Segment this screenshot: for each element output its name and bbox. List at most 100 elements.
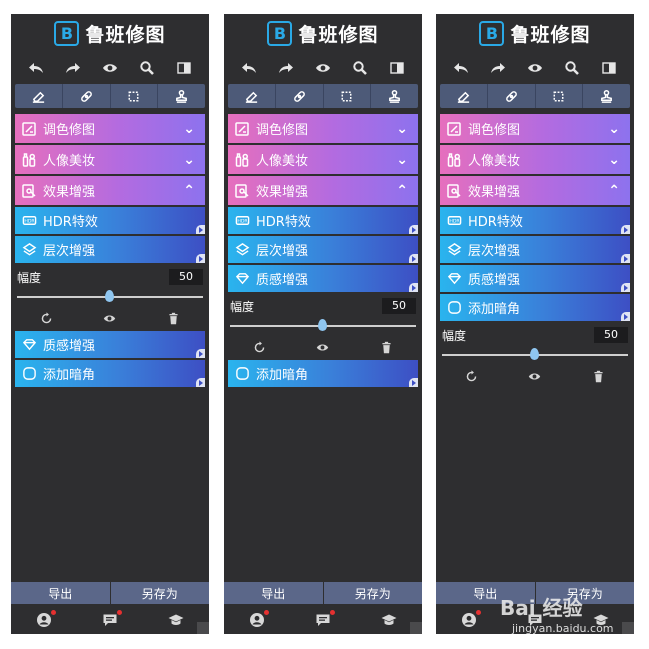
user-icon[interactable] bbox=[460, 610, 481, 629]
compare-icon[interactable] bbox=[598, 58, 620, 78]
effect-vignette[interactable]: 添加暗角 bbox=[440, 294, 630, 321]
eye-icon[interactable] bbox=[312, 58, 334, 78]
expand-corner-icon[interactable] bbox=[196, 349, 205, 358]
expand-corner-icon[interactable] bbox=[409, 225, 418, 234]
message-icon[interactable] bbox=[314, 610, 335, 629]
expand-corner-icon[interactable] bbox=[409, 254, 418, 263]
message-icon[interactable] bbox=[101, 610, 122, 629]
strength-value-input[interactable]: 50 bbox=[169, 269, 203, 285]
strength-slider[interactable] bbox=[442, 347, 628, 363]
strength-slider[interactable] bbox=[17, 289, 203, 305]
vignette-icon bbox=[446, 300, 462, 316]
crop-mode-button[interactable] bbox=[111, 84, 159, 108]
graduation-cap-icon[interactable] bbox=[380, 611, 398, 629]
effect-label: 添加暗角 bbox=[43, 368, 96, 383]
reset-icon[interactable] bbox=[253, 340, 266, 354]
slider-thumb[interactable] bbox=[318, 319, 327, 331]
stamp-mode-button[interactable] bbox=[583, 84, 630, 108]
reset-icon[interactable] bbox=[465, 369, 478, 383]
slider-thumb[interactable] bbox=[530, 348, 539, 360]
compare-icon[interactable] bbox=[173, 58, 195, 78]
expand-corner-icon[interactable] bbox=[621, 254, 630, 263]
graduation-cap-icon[interactable] bbox=[592, 611, 610, 629]
trash-icon[interactable] bbox=[592, 370, 605, 383]
zoom-icon[interactable] bbox=[136, 58, 158, 78]
save-as-button[interactable]: 另存为 bbox=[110, 582, 209, 604]
redo-icon[interactable] bbox=[487, 58, 509, 78]
category-color-retouch[interactable]: 调色修图 ⌄ bbox=[440, 114, 630, 143]
category-portrait-makeup[interactable]: 人像美妆 ⌄ bbox=[15, 145, 205, 174]
undo-icon[interactable] bbox=[450, 58, 472, 78]
category-effects[interactable]: 效果增强 ⌃ bbox=[228, 176, 418, 205]
redo-icon[interactable] bbox=[62, 58, 84, 78]
effect-texture-enhance[interactable]: 质感增强 bbox=[228, 265, 418, 292]
category-effects[interactable]: 效果增强 ⌃ bbox=[15, 176, 205, 205]
expand-corner-icon[interactable] bbox=[621, 312, 630, 321]
expand-corner-icon[interactable] bbox=[409, 378, 418, 387]
zoom-icon[interactable] bbox=[349, 58, 371, 78]
stamp-mode-button[interactable] bbox=[371, 84, 418, 108]
slider-thumb[interactable] bbox=[105, 290, 114, 302]
zoom-icon[interactable] bbox=[561, 58, 583, 78]
effect-vignette[interactable]: 添加暗角 bbox=[15, 360, 205, 387]
effect-hdr[interactable]: HDR HDR特效 bbox=[15, 207, 205, 234]
save-as-button[interactable]: 另存为 bbox=[535, 582, 634, 604]
bandage-mode-button[interactable] bbox=[488, 84, 536, 108]
expand-corner-icon[interactable] bbox=[621, 225, 630, 234]
export-button[interactable]: 导出 bbox=[224, 582, 324, 604]
resize-grip[interactable] bbox=[622, 622, 634, 634]
effect-layer-enhance[interactable]: 层次增强 bbox=[15, 236, 205, 263]
reset-icon[interactable] bbox=[40, 311, 53, 325]
effect-layer-enhance[interactable]: 层次增强 bbox=[440, 236, 630, 263]
category-color-retouch[interactable]: 调色修图 ⌄ bbox=[228, 114, 418, 143]
category-color-retouch[interactable]: 调色修图 ⌄ bbox=[15, 114, 205, 143]
graduation-cap-icon[interactable] bbox=[167, 611, 185, 629]
eraser-icon bbox=[32, 91, 45, 103]
trash-icon[interactable] bbox=[167, 312, 180, 325]
eye-icon[interactable] bbox=[99, 58, 121, 78]
category-portrait-makeup[interactable]: 人像美妆 ⌄ bbox=[440, 145, 630, 174]
undo-icon[interactable] bbox=[238, 58, 260, 78]
trash-icon[interactable] bbox=[380, 341, 393, 354]
eye-icon[interactable] bbox=[524, 58, 546, 78]
resize-grip[interactable] bbox=[410, 622, 422, 634]
user-icon[interactable] bbox=[35, 610, 56, 629]
preview-eye-icon[interactable] bbox=[316, 341, 329, 354]
effect-texture-enhance[interactable]: 质感增强 bbox=[15, 331, 205, 358]
effect-hdr[interactable]: HDR HDR特效 bbox=[440, 207, 630, 234]
eraser-mode-button[interactable] bbox=[15, 84, 63, 108]
expand-corner-icon[interactable] bbox=[409, 283, 418, 292]
preview-eye-icon[interactable] bbox=[528, 370, 541, 383]
resize-grip[interactable] bbox=[197, 622, 209, 634]
effect-label: 质感增强 bbox=[468, 273, 521, 288]
bandage-mode-button[interactable] bbox=[276, 84, 324, 108]
effect-texture-enhance[interactable]: 质感增强 bbox=[440, 265, 630, 292]
strength-value-input[interactable]: 50 bbox=[594, 327, 628, 343]
expand-corner-icon[interactable] bbox=[621, 283, 630, 292]
bandage-mode-button[interactable] bbox=[63, 84, 111, 108]
expand-corner-icon[interactable] bbox=[196, 254, 205, 263]
strength-value-input[interactable]: 50 bbox=[382, 298, 416, 314]
undo-icon[interactable] bbox=[25, 58, 47, 78]
redo-icon[interactable] bbox=[275, 58, 297, 78]
message-icon[interactable] bbox=[526, 611, 544, 629]
expand-corner-icon[interactable] bbox=[196, 225, 205, 234]
strength-slider[interactable] bbox=[230, 318, 416, 334]
crop-mode-button[interactable] bbox=[536, 84, 584, 108]
category-effects[interactable]: 效果增强 ⌃ bbox=[440, 176, 630, 205]
preview-eye-icon[interactable] bbox=[103, 312, 116, 325]
eraser-mode-button[interactable] bbox=[440, 84, 488, 108]
stamp-mode-button[interactable] bbox=[158, 84, 205, 108]
export-button[interactable]: 导出 bbox=[11, 582, 111, 604]
effect-layer-enhance[interactable]: 层次增强 bbox=[228, 236, 418, 263]
effect-hdr[interactable]: HDR HDR特效 bbox=[228, 207, 418, 234]
crop-mode-button[interactable] bbox=[324, 84, 372, 108]
eraser-mode-button[interactable] bbox=[228, 84, 276, 108]
compare-icon[interactable] bbox=[386, 58, 408, 78]
user-icon[interactable] bbox=[248, 610, 269, 629]
expand-corner-icon[interactable] bbox=[196, 378, 205, 387]
export-button[interactable]: 导出 bbox=[436, 582, 536, 604]
save-as-button[interactable]: 另存为 bbox=[323, 582, 422, 604]
effect-vignette[interactable]: 添加暗角 bbox=[228, 360, 418, 387]
category-portrait-makeup[interactable]: 人像美妆 ⌄ bbox=[228, 145, 418, 174]
